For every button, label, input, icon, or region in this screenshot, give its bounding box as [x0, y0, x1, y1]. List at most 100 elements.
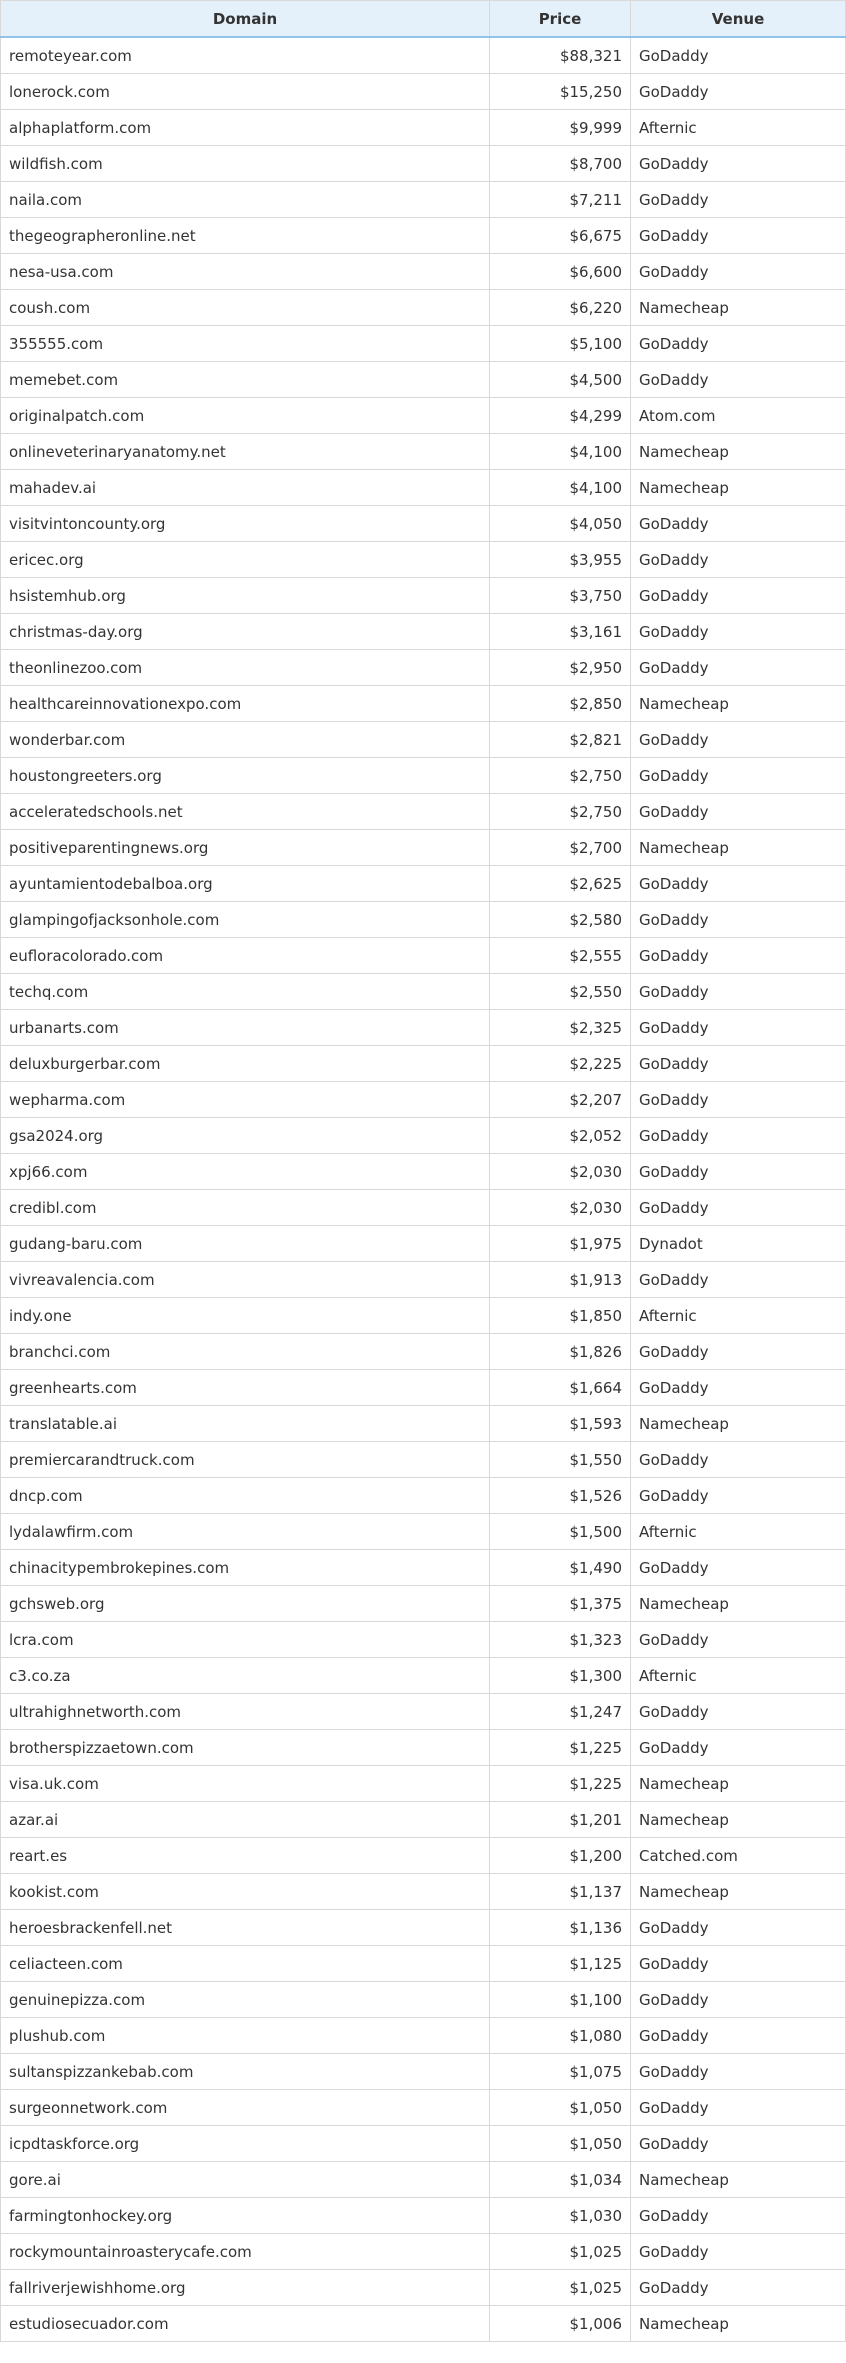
venue-cell: Namecheap [630, 2161, 846, 2198]
venue-cell: GoDaddy [630, 1261, 846, 1298]
venue-cell: Namecheap [630, 685, 846, 722]
domain-cell: thegeographeronline.net [0, 217, 490, 254]
price-cell: $2,821 [489, 721, 631, 758]
domain-cell: urbanarts.com [0, 1009, 490, 1046]
domain-cell: icpdtaskforce.org [0, 2125, 490, 2162]
venue-cell: Namecheap [630, 289, 846, 326]
domain-cell: azar.ai [0, 1801, 490, 1838]
domain-cell: coush.com [0, 289, 490, 326]
price-cell: $15,250 [489, 73, 631, 110]
table-row: lonerock.com $15,250 GoDaddy [0, 73, 846, 110]
price-cell: $4,100 [489, 433, 631, 470]
price-cell: $1,006 [489, 2305, 631, 2342]
domain-cell: genuinepizza.com [0, 1981, 490, 2018]
domain-cell: credibl.com [0, 1189, 490, 1226]
venue-cell: GoDaddy [630, 1333, 846, 1370]
venue-cell: GoDaddy [630, 1981, 846, 2018]
domain-cell: gsa2024.org [0, 1117, 490, 1154]
venue-cell: GoDaddy [630, 1153, 846, 1190]
domain-cell: techq.com [0, 973, 490, 1010]
venue-cell: Atom.com [630, 397, 846, 434]
price-cell: $2,580 [489, 901, 631, 938]
domain-cell: remoteyear.com [0, 36, 490, 74]
domain-cell: translatable.ai [0, 1405, 490, 1442]
domain-cell: acceleratedschools.net [0, 793, 490, 830]
price-cell: $1,200 [489, 1837, 631, 1874]
venue-cell: GoDaddy [630, 757, 846, 794]
price-cell: $2,950 [489, 649, 631, 686]
table-header: Domain Price Venue [0, 0, 846, 38]
table-row: glampingofjacksonhole.com $2,580 GoDaddy [0, 901, 846, 938]
domain-cell: dncp.com [0, 1477, 490, 1514]
table-row: techq.com $2,550 GoDaddy [0, 973, 846, 1010]
domain-cell: nesa-usa.com [0, 253, 490, 290]
domain-cell: rockymountainroasterycafe.com [0, 2233, 490, 2270]
domain-cell: healthcareinnovationexpo.com [0, 685, 490, 722]
table-row: brotherspizzaetown.com $1,225 GoDaddy [0, 1729, 846, 1766]
table-row: visitvintoncounty.org $4,050 GoDaddy [0, 505, 846, 542]
table-row: rockymountainroasterycafe.com $1,025 GoDad… [0, 2233, 846, 2270]
domain-cell: onlineveterinaryanatomy.net [0, 433, 490, 470]
table-row: ayuntamientodebalboa.org $2,625 GoDaddy [0, 865, 846, 902]
price-cell: $9,999 [489, 109, 631, 146]
price-cell: $1,080 [489, 2017, 631, 2054]
price-cell: $1,826 [489, 1333, 631, 1370]
table-row: alphaplatform.com $9,999 Afternic [0, 109, 846, 146]
venue-cell: GoDaddy [630, 145, 846, 182]
table-row: translatable.ai $1,593 Namecheap [0, 1405, 846, 1442]
table-row: estudiosecuador.com $1,006 Namecheap [0, 2305, 846, 2342]
domain-cell: ayuntamientodebalboa.org [0, 865, 490, 902]
domain-cell: chinacitypembrokepines.com [0, 1549, 490, 1586]
venue-cell: GoDaddy [630, 1729, 846, 1766]
price-cell: $2,207 [489, 1081, 631, 1118]
table-row: kookist.com $1,137 Namecheap [0, 1873, 846, 1910]
price-cell: $2,030 [489, 1189, 631, 1226]
table-row: acceleratedschools.net $2,750 GoDaddy [0, 793, 846, 830]
price-cell: $6,220 [489, 289, 631, 326]
domain-cell: wildfish.com [0, 145, 490, 182]
domain-cell: wonderbar.com [0, 721, 490, 758]
venue-cell: Namecheap [630, 1585, 846, 1622]
price-cell: $1,664 [489, 1369, 631, 1406]
price-cell: $2,625 [489, 865, 631, 902]
price-cell: $4,100 [489, 469, 631, 506]
table-row: urbanarts.com $2,325 GoDaddy [0, 1009, 846, 1046]
table-row: vivreavalencia.com $1,913 GoDaddy [0, 1261, 846, 1298]
table-row: remoteyear.com $88,321 GoDaddy [0, 36, 846, 74]
table-row: gudang-baru.com $1,975 Dynadot [0, 1225, 846, 1262]
venue-cell: GoDaddy [630, 1009, 846, 1046]
venue-cell: Namecheap [630, 1765, 846, 1802]
table-row: plushub.com $1,080 GoDaddy [0, 2017, 846, 2054]
price-cell: $8,700 [489, 145, 631, 182]
table-row: coush.com $6,220 Namecheap [0, 289, 846, 326]
price-cell: $2,030 [489, 1153, 631, 1190]
price-cell: $4,299 [489, 397, 631, 434]
table-row: surgeonnetwork.com $1,050 GoDaddy [0, 2089, 846, 2126]
venue-cell: GoDaddy [630, 505, 846, 542]
table-row: christmas-day.org $3,161 GoDaddy [0, 613, 846, 650]
venue-cell: GoDaddy [630, 1189, 846, 1226]
domain-cell: visitvintoncounty.org [0, 505, 490, 542]
venue-cell: GoDaddy [630, 2017, 846, 2054]
venue-cell: GoDaddy [630, 73, 846, 110]
venue-cell: GoDaddy [630, 973, 846, 1010]
price-cell: $1,550 [489, 1441, 631, 1478]
domain-cell: mahadev.ai [0, 469, 490, 506]
domain-cell: c3.co.za [0, 1657, 490, 1694]
venue-cell: Namecheap [630, 433, 846, 470]
domain-cell: lonerock.com [0, 73, 490, 110]
table-row: heroesbrackenfell.net $1,136 GoDaddy [0, 1909, 846, 1946]
price-cell: $1,030 [489, 2197, 631, 2234]
venue-cell: GoDaddy [630, 721, 846, 758]
column-header-price[interactable]: Price [489, 0, 631, 38]
domain-sales-table: Domain Price Venue remoteyear.com $88,321… [0, 0, 846, 2342]
venue-cell: GoDaddy [630, 1945, 846, 1982]
domain-cell: 355555.com [0, 325, 490, 362]
table-row: 355555.com $5,100 GoDaddy [0, 325, 846, 362]
table-row: gore.ai $1,034 Namecheap [0, 2161, 846, 2198]
price-cell: $2,550 [489, 973, 631, 1010]
venue-cell: GoDaddy [630, 901, 846, 938]
table-row: ericec.org $3,955 GoDaddy [0, 541, 846, 578]
column-header-venue[interactable]: Venue [630, 0, 846, 38]
column-header-domain[interactable]: Domain [0, 0, 490, 38]
